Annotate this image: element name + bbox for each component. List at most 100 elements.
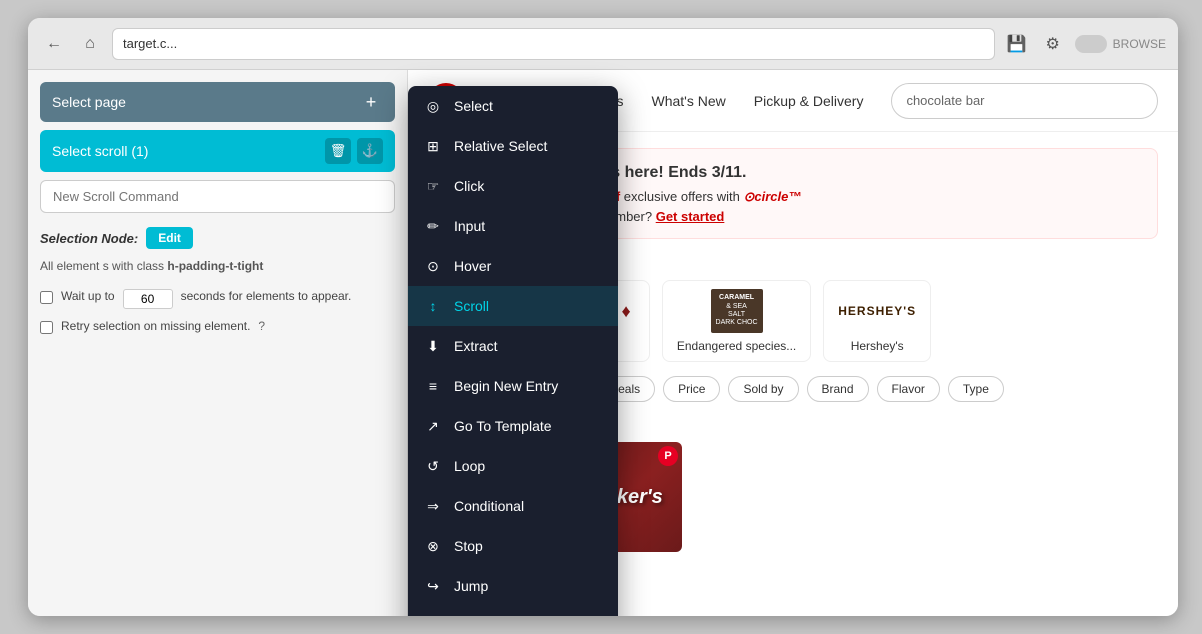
pill-flavor-label: Flavor (892, 382, 925, 396)
menu-item-input[interactable]: ✏ Input (408, 206, 618, 246)
go-to-template-icon: ↗ (424, 417, 442, 435)
browse-label: BROWSE (1113, 37, 1166, 51)
pinterest-badge: P (658, 446, 678, 466)
pill-type-label: Type (963, 382, 989, 396)
loop-icon: ↺ (424, 457, 442, 475)
menu-item-extract-label: Extract (454, 338, 498, 354)
menu-item-begin-new-entry[interactable]: ≡ Begin New Entry (408, 366, 618, 406)
pill-flavor[interactable]: Flavor (877, 376, 940, 402)
menu-item-hover-label: Hover (454, 258, 491, 274)
pill-sold-by-label: Sold by (743, 382, 783, 396)
menu-item-scroll[interactable]: ↕ Scroll (408, 286, 618, 326)
add-button[interactable]: + (359, 90, 383, 114)
menu-item-loop-label: Loop (454, 458, 485, 474)
scroll-row[interactable]: Select scroll (1) 🗑 ⚓ (40, 130, 395, 172)
back-button[interactable]: ← (40, 30, 68, 58)
menu-item-go-to-template[interactable]: ↗ Go To Template (408, 406, 618, 446)
save-button[interactable]: 💾 (1003, 30, 1031, 58)
url-text: target.c... (123, 36, 177, 51)
node-description: All element s with class h-padding-t-tig… (40, 257, 395, 275)
menu-item-relative-select[interactable]: ⊞ Relative Select (408, 126, 618, 166)
wait-checkbox[interactable] (40, 291, 53, 304)
browse-toggle: BROWSE (1075, 35, 1166, 53)
main-area: Select page + Select scroll (1) 🗑 ⚓ Sele… (28, 70, 1178, 616)
menu-item-go-to-template-label: Go To Template (454, 418, 552, 434)
jump-icon: ↪ (424, 577, 442, 595)
node-class: h-padding-t-tight (167, 259, 263, 273)
menu-item-loop[interactable]: ↺ Loop (408, 446, 618, 486)
endangered-logo: CARAMEL & SEA SALT DARK CHOC (711, 289, 763, 333)
toggle-switch[interactable] (1075, 35, 1107, 53)
edit-button[interactable]: Edit (146, 227, 193, 249)
search-value: chocolate bar (906, 93, 984, 108)
search-bar[interactable]: chocolate bar (891, 83, 1158, 119)
input-icon: ✏ (424, 217, 442, 235)
pill-brand[interactable]: Brand (807, 376, 869, 402)
stop-icon: ⊗ (424, 537, 442, 555)
brand-card-hersheys[interactable]: HERSHEY'S Hershey's (823, 280, 931, 362)
begin-new-entry-icon: ≡ (424, 377, 442, 395)
hersheys-name: Hershey's (851, 339, 904, 353)
menu-item-stop-label: Stop (454, 538, 483, 554)
seconds-input[interactable] (123, 289, 173, 309)
menu-item-scroll-label: Scroll (454, 298, 489, 314)
browser-window: ← ⌂ target.c... 💾 ⚙ BROWSE Select page +… (28, 18, 1178, 616)
click-icon: ☞ (424, 177, 442, 195)
wait-row: Wait up to seconds for elements to appea… (40, 289, 395, 309)
hover-icon: ⊙ (424, 257, 442, 275)
hersheys-logo: HERSHEY'S (838, 304, 916, 318)
retry-checkbox[interactable] (40, 321, 53, 334)
select-icon: ◎ (424, 97, 442, 115)
new-scroll-input[interactable] (40, 180, 395, 213)
select-page-row[interactable]: Select page + (40, 82, 395, 122)
endangered-logo-area: CARAMEL & SEA SALT DARK CHOC (711, 289, 763, 333)
menu-item-begin-new-entry-label: Begin New Entry (454, 378, 558, 394)
menu-item-jump[interactable]: ↪ Jump (408, 566, 618, 606)
scroll-icon: ↕ (424, 297, 442, 315)
wait-label-post: seconds for elements to appear. (181, 289, 352, 303)
conditional-icon: ⇒ (424, 497, 442, 515)
pill-type[interactable]: Type (948, 376, 1004, 402)
pill-brand-label: Brand (822, 382, 854, 396)
menu-item-conditional-label: Conditional (454, 498, 524, 514)
nav-whats-new[interactable]: What's New (652, 93, 726, 109)
get-started-link[interactable]: Get started (656, 209, 725, 224)
pill-price-label: Price (678, 382, 705, 396)
circle-brand-2: ⊙circle™ (744, 189, 802, 204)
selection-node-label: Selection Node: (40, 231, 138, 246)
menu-item-hover[interactable]: ⊙ Hover (408, 246, 618, 286)
nav-pickup[interactable]: Pickup & Delivery (754, 93, 864, 109)
menu-item-click[interactable]: ☞ Click (408, 166, 618, 206)
pill-price[interactable]: Price (663, 376, 720, 402)
extract-icon: ⬇ (424, 337, 442, 355)
menu-item-relative-select-label: Relative Select (454, 138, 547, 154)
endangered-name: Endangered species... (677, 339, 796, 353)
menu-item-select-label: Select (454, 98, 493, 114)
retry-label: Retry selection on missing element. (61, 319, 250, 333)
browser-toolbar: ← ⌂ target.c... 💾 ⚙ BROWSE (28, 18, 1178, 70)
menu-item-jump-label: Jump (454, 578, 488, 594)
select-page-label: Select page (52, 94, 359, 110)
brand-card-endangered[interactable]: CARAMEL & SEA SALT DARK CHOC Endangered … (662, 280, 811, 362)
menu-item-conditional[interactable]: ⇒ Conditional (408, 486, 618, 526)
wait-label-pre: Wait up to (61, 289, 115, 303)
left-panel: Select page + Select scroll (1) 🗑 ⚓ Sele… (28, 70, 408, 616)
menu-item-click-label: Click (454, 178, 484, 194)
pill-sold-by[interactable]: Sold by (728, 376, 798, 402)
row-actions: 🗑 ⚓ (325, 138, 383, 164)
selection-node-row: Selection Node: Edit (40, 227, 395, 249)
anchor-button[interactable]: ⚓ (357, 138, 383, 164)
menu-item-wait[interactable]: ⏱ Wait (408, 606, 618, 616)
settings-button[interactable]: ⚙ (1039, 30, 1067, 58)
hersheys-logo-area: HERSHEY'S (838, 289, 916, 333)
relative-select-icon: ⊞ (424, 137, 442, 155)
dropdown-menu: ◎ Select ⊞ Relative Select ☞ Click ✏ Inp… (408, 86, 618, 616)
retry-row: Retry selection on missing element. ? (40, 319, 395, 334)
menu-item-select[interactable]: ◎ Select (408, 86, 618, 126)
menu-item-extract[interactable]: ⬇ Extract (408, 326, 618, 366)
menu-item-input-label: Input (454, 218, 485, 234)
home-button[interactable]: ⌂ (76, 30, 104, 58)
delete-button[interactable]: 🗑 (325, 138, 351, 164)
address-bar[interactable]: target.c... (112, 28, 995, 60)
menu-item-stop[interactable]: ⊗ Stop (408, 526, 618, 566)
